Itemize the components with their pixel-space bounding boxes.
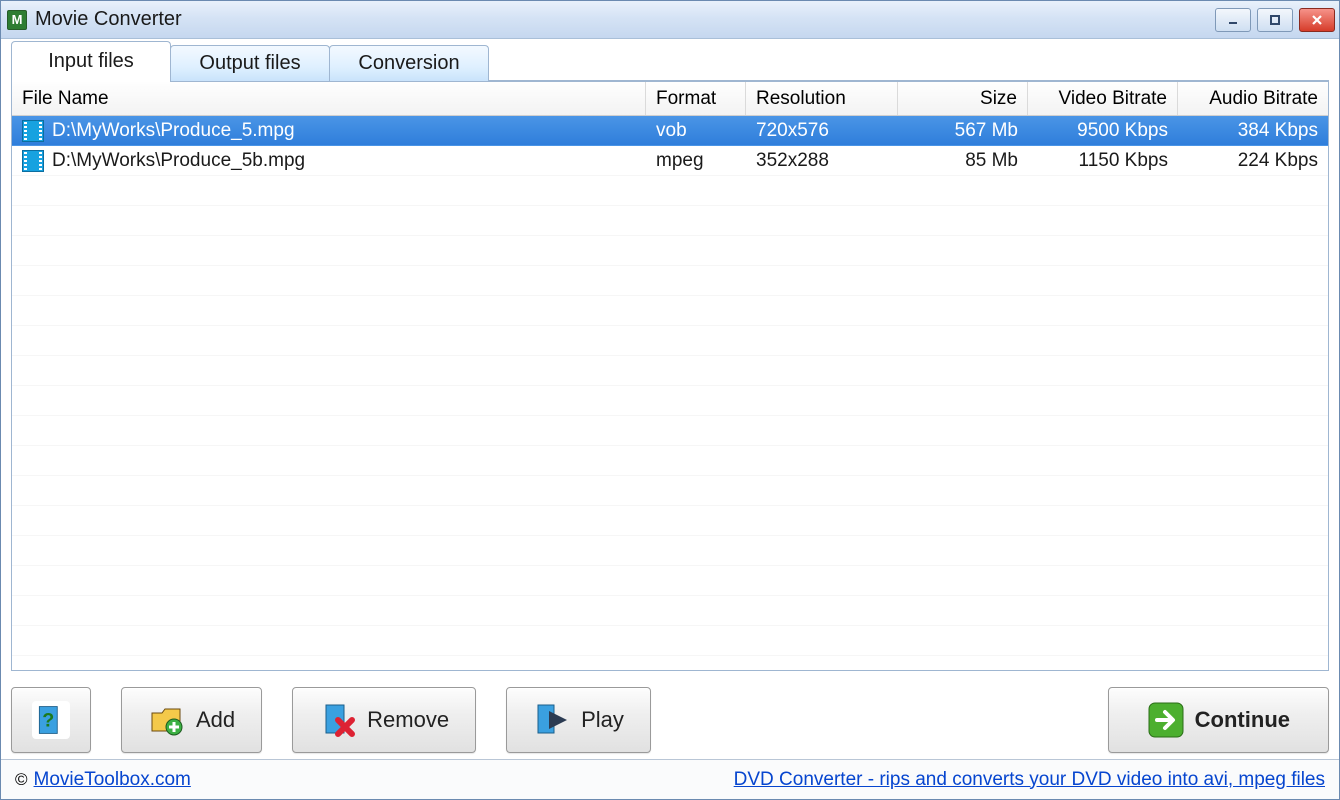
list-rows[interactable]: D:\MyWorks\Produce_5.mpg vob 720x576 567… xyxy=(12,116,1328,670)
button-label: Add xyxy=(196,707,235,733)
site-link[interactable]: MovieToolbox.com xyxy=(34,769,191,791)
list-header: File Name Format Resolution Size Video B… xyxy=(12,82,1328,116)
help-icon: ? xyxy=(32,701,70,739)
tabstrip: Input files Output files Conversion xyxy=(1,39,1339,81)
tab-label: Conversion xyxy=(358,52,459,75)
cell-format: mpeg xyxy=(646,146,746,175)
button-label: Remove xyxy=(367,707,449,733)
cell-filename: D:\MyWorks\Produce_5.mpg xyxy=(52,120,295,142)
tab-label: Input files xyxy=(48,50,134,73)
toolbar: ? Add Remove Play Continue xyxy=(1,679,1339,759)
app-window: M Movie Converter Input files Output fil… xyxy=(0,0,1340,800)
close-button[interactable] xyxy=(1299,8,1335,32)
button-label: Play xyxy=(581,707,624,733)
cell-size: 85 Mb xyxy=(898,146,1028,175)
continue-button[interactable]: Continue xyxy=(1108,687,1329,753)
cell-audio-bitrate: 384 Kbps xyxy=(1178,116,1328,145)
svg-text:?: ? xyxy=(42,709,54,731)
col-header-filename[interactable]: File Name xyxy=(12,82,646,115)
col-header-format[interactable]: Format xyxy=(646,82,746,115)
copyright-icon: © xyxy=(15,770,28,790)
maximize-button[interactable] xyxy=(1257,8,1293,32)
footer: © MovieToolbox.com DVD Converter - rips … xyxy=(1,759,1339,799)
app-icon: M xyxy=(7,10,27,30)
col-header-size[interactable]: Size xyxy=(898,82,1028,115)
col-header-audio-bitrate[interactable]: Audio Bitrate xyxy=(1178,82,1328,115)
promo-link[interactable]: DVD Converter - rips and converts your D… xyxy=(734,769,1325,791)
play-button[interactable]: Play xyxy=(506,687,651,753)
cell-video-bitrate: 1150 Kbps xyxy=(1028,146,1178,175)
close-icon xyxy=(1310,13,1324,27)
minimize-icon xyxy=(1226,13,1240,27)
titlebar: M Movie Converter xyxy=(1,1,1339,39)
film-icon xyxy=(22,120,44,142)
toolbar-spacer xyxy=(681,687,1078,753)
film-icon xyxy=(22,150,44,172)
cell-resolution: 720x576 xyxy=(746,116,898,145)
maximize-icon xyxy=(1268,13,1282,27)
cell-audio-bitrate: 224 Kbps xyxy=(1178,146,1328,175)
cell-video-bitrate: 9500 Kbps xyxy=(1028,116,1178,145)
arrow-right-icon xyxy=(1147,701,1185,739)
cell-format: vob xyxy=(646,116,746,145)
button-label: Continue xyxy=(1195,707,1290,733)
file-listview: File Name Format Resolution Size Video B… xyxy=(11,81,1329,671)
tab-output-files[interactable]: Output files xyxy=(170,45,330,81)
help-button[interactable]: ? xyxy=(11,687,91,753)
add-folder-icon xyxy=(148,701,186,739)
cell-resolution: 352x288 xyxy=(746,146,898,175)
table-row[interactable]: D:\MyWorks\Produce_5.mpg vob 720x576 567… xyxy=(12,116,1328,146)
minimize-button[interactable] xyxy=(1215,8,1251,32)
cell-size: 567 Mb xyxy=(898,116,1028,145)
tab-label: Output files xyxy=(199,52,300,75)
play-icon xyxy=(533,701,571,739)
client-area: File Name Format Resolution Size Video B… xyxy=(1,81,1339,679)
cell-filename: D:\MyWorks\Produce_5b.mpg xyxy=(52,150,305,172)
remove-button[interactable]: Remove xyxy=(292,687,476,753)
tab-input-files[interactable]: Input files xyxy=(11,41,171,81)
add-button[interactable]: Add xyxy=(121,687,262,753)
remove-icon xyxy=(319,701,357,739)
tab-conversion[interactable]: Conversion xyxy=(329,45,489,81)
col-header-video-bitrate[interactable]: Video Bitrate xyxy=(1028,82,1178,115)
window-title: Movie Converter xyxy=(35,8,182,31)
col-header-resolution[interactable]: Resolution xyxy=(746,82,898,115)
table-row[interactable]: D:\MyWorks\Produce_5b.mpg mpeg 352x288 8… xyxy=(12,146,1328,176)
